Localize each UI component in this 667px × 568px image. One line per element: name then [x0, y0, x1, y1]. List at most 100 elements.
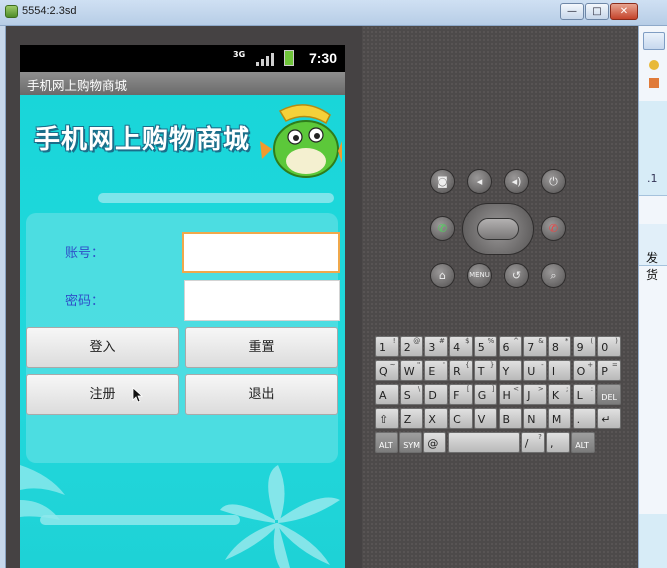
keyboard-key[interactable]: H <: [498, 384, 522, 405]
keyboard-key-label: C: [453, 413, 461, 426]
volume-down-button[interactable]: ◂: [467, 169, 492, 194]
keyboard-key-alt-label: ): [615, 337, 618, 345]
keyboard-key[interactable]: 0): [597, 336, 621, 357]
window-titlebar: 5554:2.3sd — □ ✕: [0, 0, 667, 26]
keyboard-key[interactable]: F[: [449, 384, 473, 405]
keyboard-key[interactable]: 9(: [572, 336, 597, 357]
keyboard-key-label: P: [601, 365, 608, 378]
keyboard-key[interactable]: Q ~: [375, 360, 399, 381]
keyboard-key[interactable]: SYM: [399, 432, 423, 453]
keyboard-key[interactable]: /?: [520, 432, 545, 453]
keyboard-key[interactable]: ↵: [597, 408, 621, 429]
search-button[interactable]: ⌕: [541, 263, 566, 288]
keyboard-key[interactable]: 2 @: [399, 336, 424, 357]
keyboard-key[interactable]: @: [423, 432, 447, 453]
keyboard-key[interactable]: [447, 432, 520, 453]
keyboard-key[interactable]: .: [572, 408, 597, 429]
keyboard-key[interactable]: R{: [449, 360, 473, 381]
keyboard-key[interactable]: 8 *: [547, 336, 572, 357]
keyboard-key[interactable]: DEL: [597, 384, 621, 405]
keyboard-key[interactable]: L:: [572, 384, 597, 405]
keyboard-key-label: R: [453, 365, 461, 378]
keyboard-key-label: /: [524, 437, 529, 450]
keyboard-key-alt-label: ': [442, 361, 445, 369]
keyboard-key[interactable]: E ': [424, 360, 448, 381]
keyboard-key-label: G: [477, 389, 487, 402]
keyboard-key-alt-label: +: [587, 361, 594, 369]
call-button[interactable]: ✆: [430, 216, 455, 241]
camera-button[interactable]: ◙: [430, 169, 455, 194]
keyboard-key[interactable]: G]: [473, 384, 498, 405]
exit-button[interactable]: 退出: [185, 374, 338, 415]
keyboard-key-label: U: [527, 365, 536, 378]
keyboard-key[interactable]: U-: [523, 360, 547, 381]
back-button[interactable]: ↺: [504, 263, 529, 288]
keyboard-key-label: K: [551, 389, 560, 402]
close-button[interactable]: ✕: [610, 3, 638, 20]
keyboard-key[interactable]: J >: [523, 384, 547, 405]
keyboard-key-label: O: [576, 365, 586, 378]
power-button[interactable]: ⏻: [541, 169, 566, 194]
register-button[interactable]: 注册: [26, 374, 179, 415]
maximize-button[interactable]: □: [585, 3, 609, 20]
keyboard-key-label: M: [551, 413, 562, 426]
keyboard-key-alt-label: $: [465, 337, 470, 345]
keyboard-key[interactable]: X: [424, 408, 448, 429]
keyboard-key[interactable]: W ": [399, 360, 424, 381]
keyboard-key-alt-label: <: [513, 385, 519, 393]
keyboard-key[interactable]: C: [449, 408, 473, 429]
keyboard-key[interactable]: ,: [546, 432, 570, 453]
keyboard-key[interactable]: M: [547, 408, 572, 429]
volume-up-button[interactable]: ◂): [504, 169, 529, 194]
keyboard-key-alt-label: ~: [389, 361, 396, 369]
keyboard-key[interactable]: 5%: [473, 336, 498, 357]
account-input[interactable]: [182, 232, 340, 273]
side-panel: [639, 514, 667, 568]
keyboard-key[interactable]: 1!: [375, 336, 399, 357]
end-call-button[interactable]: ✆: [541, 216, 566, 241]
mascot-fish-icon: [260, 104, 342, 178]
keyboard-key[interactable]: S \: [399, 384, 424, 405]
keyboard-key-label: Y: [502, 365, 510, 378]
keyboard-key-label: 1: [379, 341, 386, 354]
keyboard-key-label: DEL: [601, 393, 617, 402]
keyboard-key[interactable]: Y: [498, 360, 522, 381]
keyboard-key[interactable]: N: [523, 408, 547, 429]
keyboard-key-alt-label: ": [416, 361, 421, 369]
reset-button[interactable]: 重置: [185, 327, 338, 368]
keyboard-key[interactable]: ALT: [571, 432, 596, 453]
keyboard-key[interactable]: T}: [473, 360, 498, 381]
login-screen: 手机网上购物商城 账号： 密码： 登入 重置 注册 退出: [20, 95, 345, 568]
keyboard-key-alt-label: ^: [513, 337, 519, 345]
keyboard-key-label: W: [403, 365, 415, 378]
dpad-center-button[interactable]: [477, 218, 519, 240]
keyboard-key-alt-label: }: [489, 361, 495, 369]
keyboard-key[interactable]: ALT: [375, 432, 398, 453]
keyboard-key[interactable]: 3 #: [424, 336, 448, 357]
keyboard-key[interactable]: P =: [597, 360, 621, 381]
keyboard-key[interactable]: V: [473, 408, 498, 429]
keyboard-key[interactable]: O +: [572, 360, 597, 381]
keyboard-key[interactable]: K;: [547, 384, 572, 405]
keyboard-key-label: S: [403, 389, 411, 402]
keyboard-key[interactable]: B: [498, 408, 522, 429]
keyboard-key[interactable]: 4 $: [449, 336, 473, 357]
window-title: 5554:2.3sd: [22, 5, 77, 17]
minimize-button[interactable]: —: [560, 3, 584, 20]
keyboard-key[interactable]: I: [547, 360, 572, 381]
home-button[interactable]: ⌂: [430, 263, 455, 288]
keyboard-key-label: Q: [379, 365, 388, 378]
keyboard-key[interactable]: 7 &: [523, 336, 547, 357]
keyboard-key[interactable]: ⇧: [375, 408, 399, 429]
keyboard-key[interactable]: 6 ^: [498, 336, 522, 357]
keyboard-key-alt-label: [: [466, 385, 470, 393]
password-input[interactable]: [184, 280, 340, 321]
keyboard-key[interactable]: Z: [399, 408, 424, 429]
menu-button[interactable]: MENU: [467, 263, 492, 288]
keyboard-key[interactable]: A: [375, 384, 399, 405]
window-tab[interactable]: [643, 32, 665, 50]
keyboard-key-label: @: [427, 437, 439, 450]
keyboard-key-label: ,: [550, 437, 554, 450]
login-button[interactable]: 登入: [26, 327, 179, 368]
keyboard-key[interactable]: D: [424, 384, 448, 405]
